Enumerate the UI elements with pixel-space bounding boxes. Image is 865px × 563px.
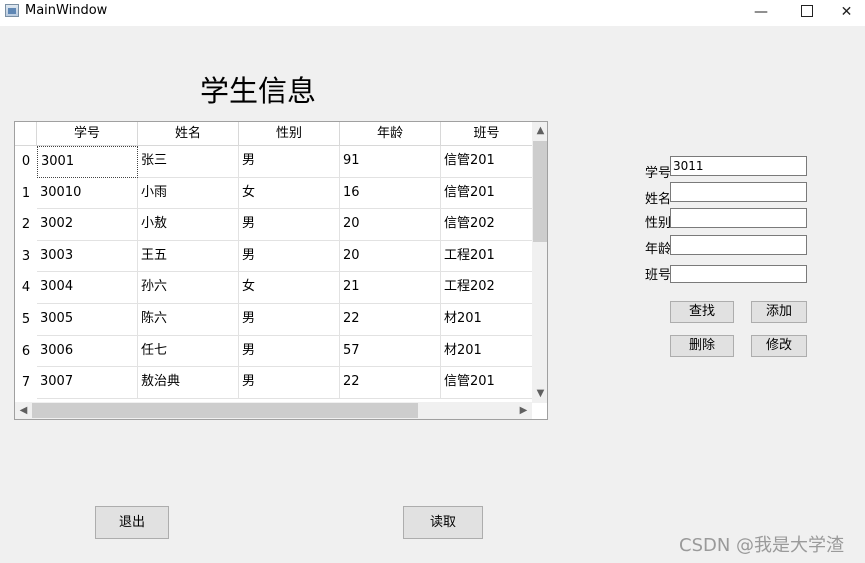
student-table[interactable]: 学号 姓名 性别 年龄 班号 0 3001 张三男 91 信管201 1 30010 小雨女 16 信管2… [14,121,548,420]
scroll-right-icon[interactable]: ▶ [515,402,532,419]
class-label: 班号 [645,268,672,283]
vertical-scrollbar[interactable]: ▲ ▼ [532,122,547,403]
table-cell[interactable]: 工程202 [441,272,533,304]
row-header[interactable]: 5 [15,304,37,336]
table-cell[interactable]: 敖治典 [138,367,239,399]
read-button[interactable]: 读取 [403,506,483,539]
page-title: 学生信息 [200,74,317,108]
table-cell[interactable]: 91 [340,146,441,178]
table-cell[interactable]: 57 [340,335,441,368]
row-header[interactable]: 1 [15,177,37,210]
search-button[interactable]: 查找 [670,301,734,323]
column-header[interactable]: 姓名 [138,122,239,146]
table-cell[interactable]: 3003 [37,240,138,273]
row-header[interactable]: 4 [15,272,37,304]
exit-button[interactable]: 退出 [95,506,169,539]
table-cell[interactable]: 3007 [37,367,138,399]
column-header[interactable]: 班号 [441,122,533,146]
watermark: CSDN @我是大学渣 [679,535,845,556]
add-button[interactable]: 添加 [751,301,807,323]
table-cell[interactable]: 16 [340,177,441,210]
table-cell[interactable]: 3002 [37,209,138,241]
table-cell[interactable]: 王五 [138,240,239,273]
table-cell[interactable]: 20 [340,240,441,273]
table-corner [15,122,37,146]
table-cell[interactable]: 材201 [441,335,533,368]
row-header[interactable]: 3 [15,240,37,273]
table-cell[interactable]: 3005 [37,304,138,336]
name-label: 姓名 [645,192,672,207]
table-cell[interactable]: 男 [239,240,340,273]
row-header[interactable]: 7 [15,367,37,399]
row-header[interactable]: 6 [15,335,37,368]
row-header[interactable]: 0 [15,146,37,178]
table-cell[interactable]: 工程201 [441,240,533,273]
table-cell[interactable]: 30010 [37,177,138,210]
column-header[interactable]: 年龄 [340,122,441,146]
student-id-input[interactable] [670,156,807,176]
maximize-icon [801,4,813,17]
table-cell[interactable]: 男 [239,209,340,241]
table-cell[interactable]: 任七 [138,335,239,368]
table-cell[interactable]: 20 [340,209,441,241]
vertical-scroll-thumb[interactable] [533,141,547,242]
minimize-button[interactable]: — [738,0,784,26]
maximize-button[interactable] [784,0,830,26]
window-title: MainWindow [25,3,108,18]
table-cell[interactable]: 材201 [441,304,533,336]
row-header[interactable]: 2 [15,209,37,241]
table-cell[interactable]: 信管201 [441,367,533,399]
table-cell[interactable]: 陈六 [138,304,239,336]
table-cell[interactable]: 男 [239,146,340,178]
table-cell[interactable]: 21 [340,272,441,304]
modify-button[interactable]: 修改 [751,335,807,357]
app-icon [5,4,19,17]
delete-button[interactable]: 删除 [670,335,734,357]
close-button[interactable]: ✕ [828,0,865,26]
table-cell[interactable]: 小雨 [138,177,239,210]
age-label: 年龄 [645,242,672,257]
table-cell[interactable]: 3004 [37,272,138,304]
table-cell[interactable]: 3001 [37,146,138,178]
class-input[interactable] [670,265,807,283]
table-cell[interactable]: 信管201 [441,146,533,178]
table-cell[interactable]: 孙六 [138,272,239,304]
table-cell[interactable]: 3006 [37,335,138,368]
table-cell[interactable]: 女 [239,177,340,210]
gender-label: 性别 [645,216,672,231]
table-cell[interactable]: 张三 [138,146,239,178]
table-cell[interactable]: 22 [340,304,441,336]
gender-input[interactable] [670,208,807,228]
column-header[interactable]: 学号 [37,122,138,146]
table-cell[interactable]: 信管202 [441,209,533,241]
table-cell[interactable]: 男 [239,335,340,368]
name-input[interactable] [670,182,807,202]
age-input[interactable] [670,235,807,255]
table-cell[interactable]: 男 [239,367,340,399]
table-cell[interactable]: 小敖 [138,209,239,241]
title-bar: MainWindow — ✕ [0,0,865,26]
table-cell[interactable]: 22 [340,367,441,399]
horizontal-scrollbar[interactable]: ◀ ▶ [15,402,532,419]
table-cell[interactable]: 男 [239,304,340,336]
scroll-left-icon[interactable]: ◀ [15,402,32,419]
column-header[interactable]: 性别 [239,122,340,146]
scroll-up-icon[interactable]: ▲ [532,122,547,139]
student-id-label: 学号 [645,166,672,181]
horizontal-scroll-thumb[interactable] [32,403,418,418]
table-cell[interactable]: 女 [239,272,340,304]
table-cell[interactable]: 信管201 [441,177,533,210]
scroll-down-icon[interactable]: ▼ [532,385,547,402]
